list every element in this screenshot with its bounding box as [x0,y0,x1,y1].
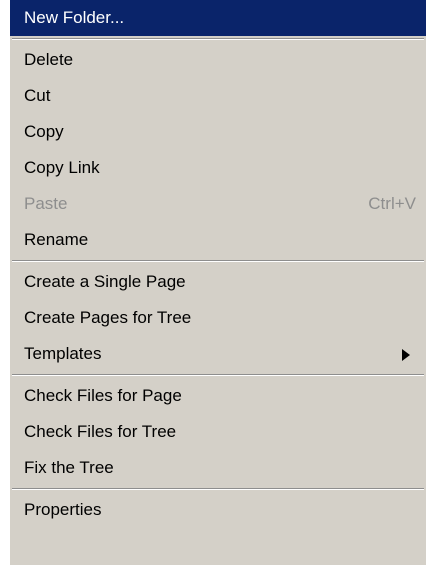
menu-item-fix-the-tree[interactable]: Fix the Tree [10,450,426,486]
submenu-arrow-icon [402,349,410,361]
menu-item-check-files-for-tree[interactable]: Check Files for Tree [10,414,426,450]
menu-item-new-folder[interactable]: New Folder... [10,0,426,36]
menu-item-create-pages-for-tree[interactable]: Create Pages for Tree [10,300,426,336]
menu-item-label: Check Files for Tree [24,422,177,441]
menu-item-copy-link[interactable]: Copy Link [10,150,426,186]
menu-item-label: New Folder... [24,8,125,27]
menu-item-shortcut: Ctrl+V [368,194,416,213]
menu-item-copy[interactable]: Copy [10,114,426,150]
menu-item-paste: Paste Ctrl+V [10,186,426,222]
context-menu: New Folder... Delete Cut Copy Copy Link … [10,0,426,565]
menu-item-label: Fix the Tree [24,458,114,477]
menu-item-label: Copy Link [24,158,100,177]
menu-item-label: Check Files for Page [24,386,182,405]
menu-item-label: Copy [24,122,64,141]
menu-item-delete[interactable]: Delete [10,42,426,78]
menu-item-label: Delete [24,50,74,69]
menu-item-create-single-page[interactable]: Create a Single Page [10,264,426,300]
menu-item-rename[interactable]: Rename [10,222,426,258]
menu-item-label: Paste [24,194,68,213]
menu-item-label: Templates [24,344,102,363]
menu-item-label: Create Pages for Tree [24,308,192,327]
menu-item-label: Create a Single Page [24,272,186,291]
menu-item-templates[interactable]: Templates [10,336,426,372]
menu-item-properties[interactable]: Properties [10,492,426,528]
menu-item-check-files-for-page[interactable]: Check Files for Page [10,378,426,414]
menu-item-cut[interactable]: Cut [10,78,426,114]
menu-item-label: Rename [24,230,89,249]
menu-item-label: Properties [24,500,102,519]
menu-item-label: Cut [24,86,51,105]
